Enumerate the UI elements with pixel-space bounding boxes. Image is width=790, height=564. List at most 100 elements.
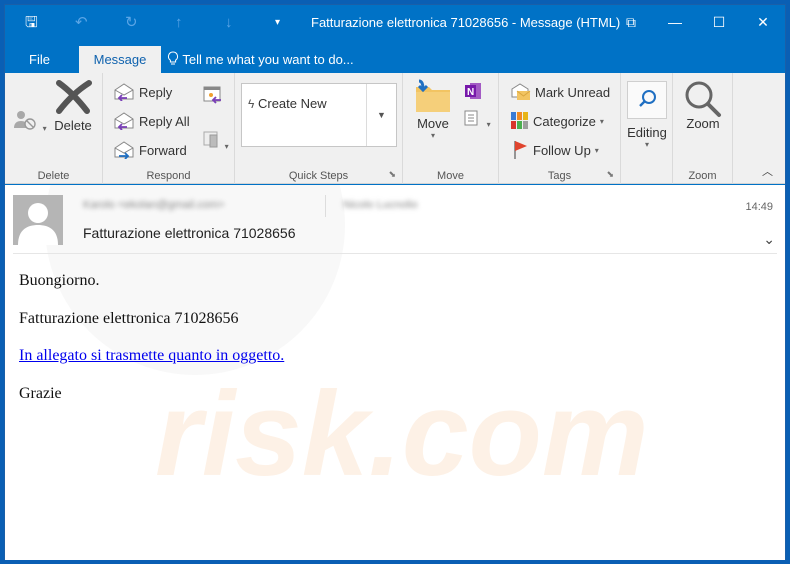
move-group: Move ▾ N ▾ Move [403,73,499,184]
reply-all-label: Reply All [139,113,190,129]
next-item-icon[interactable]: ↓ [225,14,275,32]
rules-button[interactable]: ▾ [463,107,491,130]
forward-icon [114,141,134,159]
search-icon [639,90,656,107]
reply-button[interactable]: Reply [113,81,172,103]
tab-file[interactable]: File [19,47,60,73]
mark-unread-button[interactable]: Mark Unread [511,81,610,103]
ribbon-display-options-button[interactable]: ⧉ [609,5,653,41]
delete-x-icon [56,80,92,114]
respond-group-label: Respond [146,170,191,182]
editing-group: Editing ▾ [621,73,673,184]
forward-button[interactable]: Forward [113,139,187,161]
zoom-group-label: Zoom [688,170,717,182]
delete-group-label: Delete [37,170,70,182]
follow-up-button[interactable]: Follow Up ▾ [513,139,599,161]
move-folder-icon [416,79,450,112]
chevron-down-icon: ▾ [594,145,599,155]
svg-text:N: N [467,87,474,98]
ignore-button[interactable]: ▾ [13,109,47,134]
reading-pane: risk.com Karolo <ekolan@gmail.com> Nicol… [5,185,785,560]
im-phone-icon [203,131,218,148]
delete-label: Delete [54,118,92,133]
respond-group: Reply Reply All Forward ▾ Respond [103,73,235,184]
quick-steps-group-label: Quick Steps [288,170,349,182]
received-time: 14:49 [745,201,773,213]
onenote-button[interactable]: N [463,81,483,104]
calendar-reply-icon [203,86,221,104]
title-bar: 🖫 ↶ ↻ ↑ ↓ ▾ Fatturazione elettronica 710… [5,5,785,41]
closing-text: Grazie [19,384,62,402]
chevron-down-icon: ▾ [224,142,229,151]
tags-group: Mark Unread Categorize ▾ Follow Up ▾ Tag… [499,73,621,184]
quick-steps-gallery: ϟ Create New ▼ [241,83,397,147]
reply-all-button[interactable]: Reply All [113,110,190,132]
onenote-icon: N [465,83,481,99]
rules-icon [464,110,478,126]
reply-icon [114,83,134,101]
ribbon: ▾ Delete Delete Reply Reply All Forward [5,73,785,184]
undo-icon[interactable]: ↶ [75,14,125,32]
chevron-down-icon: ▾ [644,140,649,149]
quick-steps-more-button[interactable]: ▼ [366,84,396,146]
chevron-down-icon: ▾ [430,131,435,140]
recipient-name[interactable]: Nicolo Lucnolio [343,199,418,211]
magnifier-icon [685,81,721,117]
reply-all-icon [114,112,134,130]
chevron-down-icon: ▾ [486,120,491,129]
tags-dialog-launcher[interactable]: ⬊ [606,169,614,180]
attachment-link[interactable]: In allegato si trasmette quanto in ogget… [19,347,284,364]
message-subject: Fatturazione elettronica 71028656 [83,225,296,241]
categorize-label: Categorize [533,113,596,129]
close-button[interactable]: ✕ [741,5,785,41]
reply-label: Reply [139,84,173,100]
minimize-button[interactable]: — [653,5,697,41]
move-button[interactable]: Move ▾ [411,79,455,140]
invoice-line: Fatturazione elettronica 71028656 [19,309,239,327]
move-group-label: Move [437,170,464,182]
save-icon[interactable]: 🖫 [25,14,75,32]
lightning-icon: ϟ [248,97,255,111]
quick-steps-group: ϟ Create New ▼ Quick Steps ⬊ [235,73,403,184]
chevron-down-icon: ▾ [599,116,604,126]
chevron-down-icon: ▾ [42,124,47,133]
collapse-ribbon-chevron-up-icon[interactable]: ︿ [762,163,773,179]
more-respond-button[interactable]: ▾ [203,129,229,152]
categorize-button[interactable]: Categorize ▾ [511,110,604,132]
sender-address[interactable]: Karolo <ekolan@gmail.com> [83,199,224,211]
sender-avatar [13,195,63,245]
zoom-button[interactable]: Zoom [679,79,727,131]
expand-header-chevron-down-icon[interactable]: ⌄ [763,231,775,248]
person-icon [18,203,58,245]
tell-me-label: Tell me what you want to do... [182,52,354,67]
flag-icon [514,141,527,159]
editing-label-wrap[interactable]: Editing ▾ [625,125,669,149]
previous-item-icon[interactable]: ↑ [175,14,225,32]
editing-button[interactable] [627,81,667,119]
quick-step-create-new[interactable]: ϟ Create New [248,96,327,111]
mark-unread-label: Mark Unread [535,84,611,100]
delete-button[interactable]: Delete [51,79,95,133]
redo-icon[interactable]: ↻ [125,14,175,32]
tab-message[interactable]: Message [79,46,161,73]
categorize-icon [511,112,528,129]
message-body: Buongiorno. Fatturazione elettronica 710… [19,271,284,421]
header-divider [325,195,326,217]
create-new-label: Create New [257,96,327,111]
move-label: Move [417,116,449,131]
editing-label: Editing [627,125,667,140]
zoom-group: Zoom Zoom [673,73,733,184]
quick-access-toolbar: 🖫 ↶ ↻ ↑ ↓ ▾ [25,14,325,32]
quick-steps-dialog-launcher[interactable]: ⬊ [388,169,396,180]
window-controls: ⧉ — ☐ ✕ [609,5,785,41]
maximize-button[interactable]: ☐ [697,5,741,41]
follow-up-label: Follow Up [533,142,591,158]
tags-group-label: Tags [547,170,572,182]
window-title: Fatturazione elettronica 71028656 - Mess… [311,15,621,30]
tell-me-search[interactable]: Tell me what you want to do... [167,47,354,73]
lightbulb-icon [167,51,182,67]
greeting-text: Buongiorno. [19,272,100,289]
outlook-message-window: 🖫 ↶ ↻ ↑ ↓ ▾ Fatturazione elettronica 710… [4,4,786,560]
reply-with-meeting-button[interactable] [203,85,223,108]
ignore-person-icon [14,111,36,130]
